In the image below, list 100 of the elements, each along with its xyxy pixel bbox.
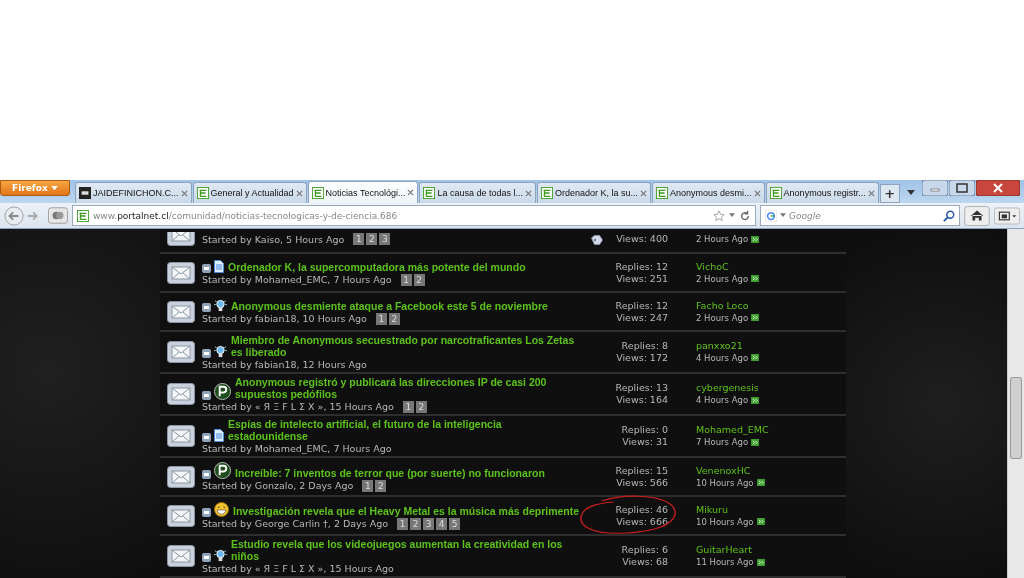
close-icon[interactable]: [976, 180, 1020, 196]
replies-count: Replies: 12: [615, 299, 668, 312]
close-icon[interactable]: [753, 189, 761, 197]
browser-tab[interactable]: General y Actualidad: [192, 182, 307, 203]
laughing-face-icon: [214, 501, 229, 517]
last-poster-link[interactable]: Mohamed_EMC: [696, 424, 846, 437]
envelope-icon: [167, 465, 195, 488]
last-poster-link[interactable]: Facho Loco: [696, 299, 846, 312]
badge-icon: [202, 302, 211, 312]
search-field[interactable]: Google: [789, 210, 940, 221]
envelope-icon: [167, 261, 195, 284]
thread-title-link[interactable]: Estudio revela que los videojuegos aumentan la creatividad en los niños: [231, 538, 582, 563]
views-count: Views: 172: [616, 351, 668, 364]
last-post-time: 2 Hours Ago: [696, 233, 749, 245]
thread-title-link[interactable]: Miembro de Anonymous secuestrado por narcotraficantes Los Zetas es liberado: [231, 333, 582, 358]
last-post-time: 4 Hours Ago: [696, 394, 749, 407]
lightbulb-icon: [214, 549, 227, 563]
favicon-icon: [196, 187, 209, 199]
thread-starter-text: Started by « Я Ξ F L Σ Χ », 15 Hours Ago: [202, 401, 394, 413]
close-icon[interactable]: [525, 189, 532, 197]
thread-starter-text: Started by Kaiso, 5 Hours Ago: [202, 233, 345, 245]
browser-tab[interactable]: JAIDEFINICHON.C...: [75, 182, 192, 203]
last-post-arrow-icon[interactable]: [756, 479, 765, 487]
caret-icon: [50, 186, 58, 191]
envelope-icon: [167, 300, 195, 323]
last-post-arrow-icon[interactable]: [751, 314, 760, 321]
badge-icon: [202, 469, 211, 479]
last-post-arrow-icon[interactable]: [751, 354, 760, 362]
browser-tab[interactable]: La causa de todas l...: [419, 182, 536, 203]
browser-tab[interactable]: Anonymous registr...: [765, 182, 879, 203]
google-icon: [765, 209, 777, 222]
last-poster-link[interactable]: panxxo21: [696, 339, 846, 352]
last-post-arrow-icon[interactable]: [751, 438, 760, 446]
last-post-time: 10 Hours Ago: [696, 476, 754, 489]
last-poster-link[interactable]: GuitarHeart: [696, 544, 846, 557]
dropdown-icon[interactable]: [729, 213, 735, 218]
bookmarks-icon[interactable]: [994, 205, 1020, 226]
last-post-arrow-icon[interactable]: [756, 518, 765, 526]
last-post-arrow-icon[interactable]: [756, 558, 765, 566]
thread-title-link[interactable]: Ordenador K, la supercomputadora más potente del mundo: [228, 260, 526, 273]
replies-count: Replies: 12: [615, 260, 668, 273]
home-icon[interactable]: [964, 205, 990, 226]
dropdown-icon[interactable]: [780, 213, 786, 218]
badge-icon: [202, 553, 211, 563]
badge-icon: [202, 390, 211, 400]
scrollbar[interactable]: [1007, 229, 1024, 578]
maximize-icon[interactable]: [949, 180, 975, 196]
envelope-icon: [167, 340, 195, 363]
new-tab-button[interactable]: +: [879, 184, 900, 203]
views-count: Views: 251: [616, 272, 668, 285]
last-poster-link[interactable]: VichoC: [696, 260, 846, 273]
last-poster-link[interactable]: cybergenesis: [696, 382, 846, 395]
replies-count: Replies: 0: [621, 424, 668, 437]
last-post-time: 7 Hours Ago: [696, 436, 749, 449]
last-post-time: 2 Hours Ago: [696, 272, 749, 285]
badge-icon: [202, 263, 211, 273]
views-count: Views: 164: [616, 394, 668, 407]
favicon-icon: [423, 187, 436, 199]
last-post-time: 10 Hours Ago: [696, 515, 754, 528]
url-text: www.portalnet.cl/comunidad/noticias-tecnologicas-y-de-ciencia.686: [93, 210, 398, 221]
dropdown-icon[interactable]: [906, 190, 915, 196]
close-icon[interactable]: [407, 189, 415, 196]
thread-title-link[interactable]: Anonymous desmiente ataque a Facebook este 5 de noviembre: [231, 299, 548, 312]
thread-title-link[interactable]: Espías de intelecto artificial, el futuro de la inteligencia estadounidense: [228, 418, 582, 443]
browser-tab[interactable]: Anonymous desmi...: [652, 182, 765, 203]
badge-icon: [202, 433, 211, 443]
identity-icon[interactable]: [48, 207, 68, 224]
lightbulb-icon: [214, 344, 227, 358]
close-icon[interactable]: [295, 189, 303, 197]
lightbulb-icon: [214, 298, 227, 312]
letter-p-icon: [214, 461, 231, 479]
last-post-arrow-icon[interactable]: [751, 396, 760, 404]
favicon-icon: [311, 186, 324, 199]
last-post-arrow-icon[interactable]: [751, 275, 760, 282]
address-bar[interactable]: www.portalnet.cl/comunidad/noticias-tecnologicas-y-de-ciencia.686: [72, 205, 756, 226]
last-post-arrow-icon[interactable]: [751, 235, 760, 243]
browser-tab[interactable]: Ordenador K, la su...: [537, 182, 652, 203]
thread-starter-text: Started by « Я Ξ F L Σ Χ », 15 Hours Ago: [202, 563, 394, 575]
letter-p-icon: [214, 382, 231, 400]
search-bar[interactable]: Google: [760, 205, 960, 226]
favicon-icon: [79, 187, 91, 199]
last-poster-link[interactable]: Mikuru: [696, 503, 846, 516]
reload-icon[interactable]: [739, 209, 751, 222]
thread-title-link[interactable]: Increíble: 7 inventos de terror que (por suerte) no funcionaron: [235, 466, 545, 479]
search-icon[interactable]: [943, 209, 955, 222]
browser-tab[interactable]: Noticias Tecnológi...: [307, 181, 419, 203]
thread-title-link[interactable]: Anonymous registró y publicará las direcciones IP de casi 200 supuestos pedófilos: [235, 375, 582, 400]
replies-count: Replies: 15: [615, 464, 668, 477]
close-icon[interactable]: [640, 189, 648, 197]
envelope-icon: [167, 504, 195, 527]
thread-title-link[interactable]: Investigación revela que el Heavy Metal es la música más deprimente: [233, 504, 580, 517]
last-post-time: 11 Hours Ago: [696, 556, 754, 569]
close-icon[interactable]: [180, 189, 188, 197]
last-poster-link[interactable]: VenenoxHC: [696, 464, 846, 477]
views-count: Views: 666: [616, 515, 668, 528]
views-count: Views: 68: [622, 556, 668, 569]
close-icon[interactable]: [867, 189, 875, 197]
badge-icon: [202, 507, 211, 517]
thread-starter-text: Started by fabian18, 12 Hours Ago: [202, 358, 367, 370]
star-icon[interactable]: [713, 209, 725, 222]
